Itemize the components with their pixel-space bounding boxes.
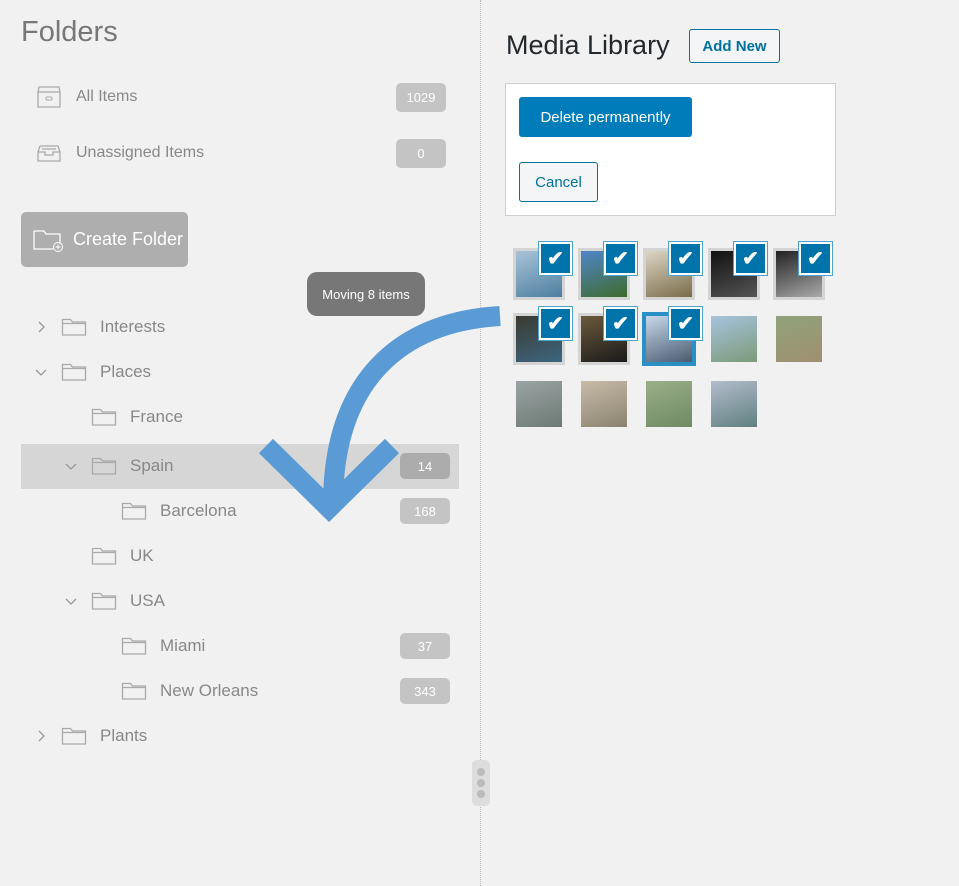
checkmark-icon[interactable]: ✔ xyxy=(539,242,572,275)
media-thumbnail[interactable] xyxy=(711,316,757,362)
add-new-button[interactable]: Add New xyxy=(689,29,780,63)
thumbnail-image xyxy=(516,381,562,427)
media-thumbnail[interactable]: ✔ xyxy=(513,307,572,365)
page-title: Media Library xyxy=(506,30,670,60)
thumbnail-image xyxy=(711,316,757,362)
delete-permanently-button[interactable]: Delete permanently xyxy=(519,97,692,137)
drag-tooltip: Moving 8 items xyxy=(307,272,425,316)
media-thumbnail[interactable]: ✔ xyxy=(578,307,637,365)
checkmark-icon[interactable]: ✔ xyxy=(799,242,832,275)
media-thumbnail[interactable] xyxy=(581,381,627,427)
media-thumbnail[interactable] xyxy=(711,381,757,427)
thumbnail-image xyxy=(646,381,692,427)
thumbnail-image xyxy=(581,381,627,427)
checkmark-icon[interactable]: ✔ xyxy=(734,242,767,275)
thumbnail-image xyxy=(711,381,757,427)
media-thumbnail[interactable]: ✔ xyxy=(708,242,767,300)
media-thumbnail[interactable] xyxy=(516,381,562,427)
checkmark-icon[interactable]: ✔ xyxy=(604,307,637,340)
checkmark-icon[interactable]: ✔ xyxy=(669,307,702,340)
resize-handle[interactable] xyxy=(472,760,490,806)
media-thumbnail[interactable] xyxy=(776,316,822,362)
cancel-button[interactable]: Cancel xyxy=(519,162,598,202)
media-thumbnail[interactable]: ✔ xyxy=(513,242,572,300)
media-thumbnail[interactable]: ✔ xyxy=(773,242,832,300)
media-thumbnail[interactable]: ✔ xyxy=(643,242,702,300)
thumbnail-image xyxy=(776,316,822,362)
media-thumbnail[interactable]: ✔ xyxy=(578,242,637,300)
checkmark-icon[interactable]: ✔ xyxy=(539,307,572,340)
media-thumbnail[interactable] xyxy=(646,381,692,427)
checkmark-icon[interactable]: ✔ xyxy=(604,242,637,275)
checkmark-icon[interactable]: ✔ xyxy=(669,242,702,275)
bulk-actions-panel: Delete permanently Cancel xyxy=(505,83,836,216)
media-thumbnail[interactable]: ✔ xyxy=(642,307,702,366)
